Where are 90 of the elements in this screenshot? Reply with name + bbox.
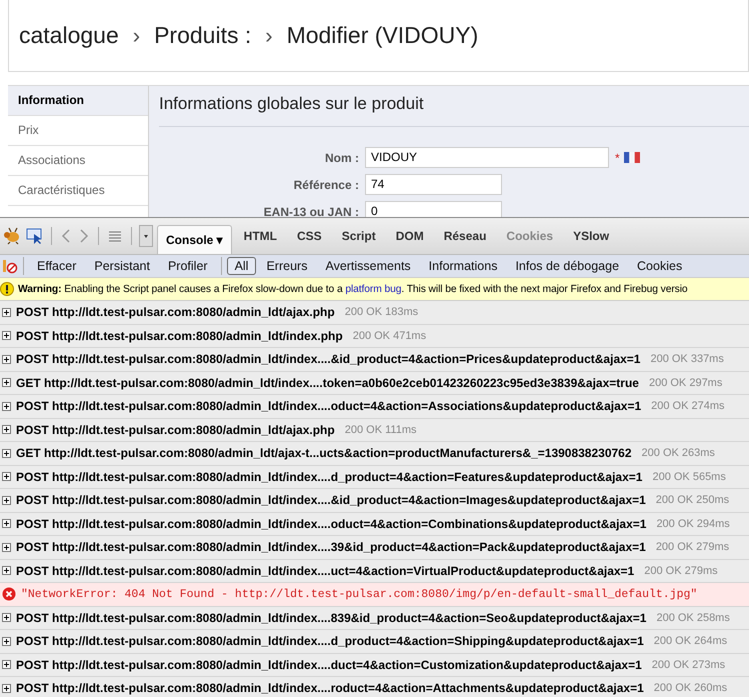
request-url[interactable]: POST http://ldt.test-pulsar.com:8080/admin_ldt/index....839&id_product=4&action=Seo&updateproduct&ajax=1: [16, 610, 646, 625]
field-label: EAN-13 ou JAN :: [262, 204, 359, 217]
inspect-icon[interactable]: [26, 227, 44, 245]
sidebar-item[interactable]: Associations: [8, 146, 148, 176]
breadcrumb-item[interactable]: catalogue: [19, 22, 119, 49]
flag-icon[interactable]: [624, 152, 640, 163]
request-url[interactable]: POST http://ldt.test-pulsar.com:8080/admin_ldt/index....oduct=4&action=Associations&updateproduct&ajax=1: [16, 399, 642, 414]
expand-icon[interactable]: [2, 636, 11, 646]
request-url[interactable]: POST http://ldt.test-pulsar.com:8080/admin_ldt/index....roduct=4&action=Attachments&updateproduct&ajax=1: [16, 681, 644, 696]
expand-icon[interactable]: [2, 566, 11, 576]
error-message: "NetworkError: 404 Not Found - http://ldt.test-pulsar.com:8080/img/p/en-default-small_default.jpg": [21, 588, 698, 601]
sidebar-item[interactable]: Prix: [8, 116, 148, 146]
required-mark: *: [615, 150, 620, 164]
platform-bug-link[interactable]: platform bug: [345, 284, 402, 294]
request-url[interactable]: POST http://ldt.test-pulsar.com:8080/admin_ldt/index....uct=4&action=VirtualProduct&updateproduct&ajax=1: [16, 564, 634, 578]
panel-tab[interactable]: HTML: [236, 222, 285, 250]
response-status: 200 OK 263ms: [642, 447, 715, 460]
request-url[interactable]: POST http://ldt.test-pulsar.com:8080/admin_ldt/index....duct=4&action=Customization&updateproduct&ajax=1: [16, 658, 642, 672]
filter-button[interactable]: All: [226, 257, 256, 275]
expand-icon[interactable]: [2, 378, 11, 388]
filter-button[interactable]: Cookies: [629, 257, 690, 275]
panel-tab[interactable]: CSS: [289, 222, 330, 250]
expand-icon[interactable]: [2, 425, 11, 434]
panel-tab[interactable]: YSlow: [565, 222, 618, 250]
request-url[interactable]: GET http://ldt.test-pulsar.com:8080/admin_ldt/ajax-t...ucts&action=productManufacturers&_=1390838230762: [16, 446, 632, 460]
expand-icon[interactable]: [2, 519, 11, 528]
filter-button[interactable]: Informations: [420, 257, 506, 275]
panel-tab[interactable]: DOM: [388, 222, 432, 250]
warning-message: Warning: Enabling the Script panel causes a Firefox slow-down due to a platform bug. This will be fixed with the next major Firefox and Firebug versio: [18, 284, 688, 294]
toolbar-button[interactable]: Effacer: [29, 257, 84, 275]
chevron-icon: ›: [265, 22, 273, 48]
request-url[interactable]: POST http://ldt.test-pulsar.com:8080/admin_ldt/index....39&id_product=4&action=Pack&updateproduct&ajax=1: [16, 540, 646, 554]
response-status: 200 OK 260ms: [654, 682, 728, 694]
request-url[interactable]: POST http://ldt.test-pulsar.com:8080/admin_ldt/index....oduct=4&action=Combinations&updateproduct&ajax=1: [16, 516, 646, 531]
request-url[interactable]: POST http://ldt.test-pulsar.com:8080/admin_ldt/index....d_product=4&action=Shipping&updateproduct&ajax=1: [16, 634, 644, 648]
expand-icon[interactable]: [2, 308, 11, 317]
panel-tab[interactable]: Script: [334, 222, 384, 250]
sidebar-item[interactable]: Information: [8, 86, 148, 116]
request-url[interactable]: POST http://ldt.test-pulsar.com:8080/admin_ldt/ajax.php: [16, 422, 335, 437]
response-status: 200 OK 183ms: [344, 306, 418, 318]
expand-icon[interactable]: [2, 684, 11, 693]
expand-icon[interactable]: [2, 496, 11, 505]
expand-icon[interactable]: [2, 331, 11, 340]
filter-button[interactable]: Erreurs: [258, 257, 316, 275]
expand-icon[interactable]: [2, 613, 11, 622]
panel-title: Informations globales sur le produit: [159, 94, 749, 127]
input-field[interactable]: 0: [365, 201, 502, 217]
input-field[interactable]: VIDOUY: [365, 147, 609, 168]
filter-button[interactable]: Avertissements: [317, 257, 419, 275]
response-status: 200 OK 337ms: [650, 353, 724, 366]
request-url[interactable]: POST http://ldt.test-pulsar.com:8080/admin_ldt/index....&id_product=4&action=Images&updateproduct&ajax=1: [16, 493, 646, 508]
response-status: 200 OK 274ms: [651, 400, 724, 412]
filter-button[interactable]: Infos de débogage: [507, 257, 628, 275]
error-icon: [2, 587, 16, 602]
response-status: 200 OK 565ms: [652, 470, 726, 483]
request-url[interactable]: POST http://ldt.test-pulsar.com:8080/admin_ldt/index....d_product=4&action=Features&updateproduct&ajax=1: [16, 470, 642, 484]
sidebar-item[interactable]: Caractéristiques: [8, 176, 148, 206]
response-status: 200 OK 258ms: [656, 612, 730, 624]
breadcrumb-item: Modifier (VIDOUY): [286, 22, 478, 49]
bug-icon[interactable]: [2, 227, 22, 245]
expand-icon[interactable]: [2, 402, 11, 411]
request-url[interactable]: POST http://ldt.test-pulsar.com:8080/admin_ldt/index....&id_product=4&action=Prices&updateproduct&ajax=1: [16, 352, 640, 366]
response-status: 200 OK 273ms: [652, 658, 726, 671]
request-url[interactable]: POST http://ldt.test-pulsar.com:8080/admin_ldt/index.php: [16, 328, 343, 343]
clear-console-icon[interactable]: [2, 257, 18, 275]
response-status: 200 OK 297ms: [648, 376, 722, 389]
response-status: 200 OK 250ms: [656, 494, 730, 506]
response-status: 200 OK 279ms: [656, 541, 730, 554]
expand-icon[interactable]: [2, 472, 11, 482]
response-status: 200 OK 264ms: [654, 635, 728, 648]
breadcrumb-item[interactable]: Produits :: [154, 22, 252, 49]
request-url[interactable]: GET http://ldt.test-pulsar.com:8080/admin_ldt/index....token=a0b60e2ceb01423260223c95ed3e3839&ajax=true: [16, 376, 639, 390]
response-status: 200 OK 111ms: [344, 424, 416, 436]
panel-tab[interactable]: Console ▾: [157, 224, 232, 254]
expand-icon[interactable]: [2, 354, 11, 364]
input-field[interactable]: 74: [365, 174, 502, 195]
toolbar-button[interactable]: Profiler: [160, 257, 216, 275]
response-status: 200 OK 471ms: [352, 330, 426, 342]
field-label: Nom :: [324, 150, 359, 164]
response-status: 200 OK 294ms: [656, 518, 730, 530]
expand-icon[interactable]: [2, 448, 11, 458]
field-label: Référence :: [292, 178, 359, 192]
panel-tab[interactable]: Réseau: [436, 222, 494, 250]
expand-icon[interactable]: [2, 660, 11, 670]
toolbar-button[interactable]: Persistant: [86, 257, 158, 275]
request-url[interactable]: POST http://ldt.test-pulsar.com:8080/admin_ldt/ajax.php: [16, 305, 335, 320]
expand-icon[interactable]: [2, 542, 11, 552]
response-status: 200 OK 279ms: [644, 564, 718, 577]
chevron-icon: ›: [132, 22, 140, 48]
warning-icon: [0, 282, 14, 296]
